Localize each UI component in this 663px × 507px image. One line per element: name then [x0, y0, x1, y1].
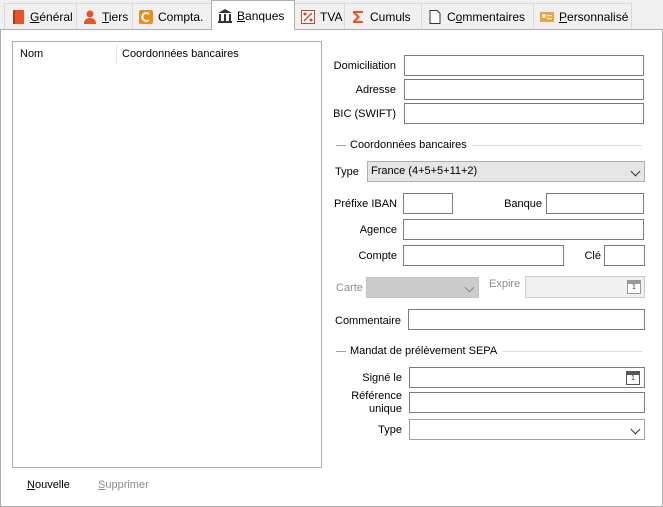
bic-field[interactable] — [404, 103, 644, 124]
tab-commentaires[interactable]: Commentaires — [421, 3, 534, 29]
tab-tva[interactable]: TVA — [294, 3, 345, 29]
general-book-icon — [10, 9, 26, 25]
tab-tiers-label: iers — [108, 9, 129, 24]
tab-cumuls[interactable]: Cumuls — [344, 3, 422, 29]
prefixe-iban-label: Préfixe IBAN — [334, 198, 397, 210]
tab-banques-mnemonic: B — [237, 8, 246, 23]
column-header-nom[interactable]: Nom — [20, 48, 43, 60]
tab-compta[interactable]: Compta. — [132, 3, 212, 29]
tab-personnalise[interactable]: Personnalisé — [533, 3, 632, 29]
domiciliation-label: Domiciliation — [333, 60, 396, 72]
nouvelle-button[interactable]: Nouvelle — [27, 479, 70, 491]
commentaire-label: Commentaire — [335, 315, 402, 327]
expire-field: 1 — [525, 276, 645, 298]
adresse-label: Adresse — [355, 84, 396, 96]
chevron-down-icon — [630, 424, 641, 435]
mandat-section-header: Mandat de prélèvement SEPA — [336, 345, 643, 357]
tab-bar: Général Tiers Compta. Banques TVA Cumuls — [0, 0, 663, 30]
type-mandat-select[interactable] — [409, 419, 645, 440]
carte-label: Carte — [336, 282, 363, 294]
calendar-icon[interactable]: 1 — [626, 371, 640, 385]
banque-label: Banque — [504, 198, 542, 210]
expire-label: Expire — [489, 278, 521, 290]
bank-accounts-list[interactable]: Nom Coordonnées bancaires — [12, 41, 322, 468]
carte-select — [366, 277, 479, 298]
type-select[interactable]: France (4+5+5+11+2) — [367, 161, 645, 182]
type-mandat-label: Type — [378, 424, 402, 436]
tab-cumuls-label: Cumuls — [370, 9, 411, 24]
type-select-value: France (4+5+5+11+2) — [371, 165, 478, 177]
signe-le-field[interactable]: 1 — [409, 367, 645, 388]
reference-label-line2: unique — [368, 403, 402, 415]
agence-label: Agence — [359, 224, 397, 236]
vcard-icon — [539, 9, 555, 25]
type-label: Type — [335, 166, 359, 178]
tab-tva-label: TVA — [320, 9, 343, 24]
chevron-down-icon — [630, 166, 641, 177]
signe-le-label: Signé le — [362, 372, 402, 384]
cle-field[interactable] — [604, 245, 645, 266]
adresse-field[interactable] — [404, 79, 644, 100]
compte-label: Compte — [358, 250, 397, 262]
compta-icon — [138, 9, 154, 25]
reference-label-line1: Référence — [351, 390, 402, 402]
compte-field[interactable] — [403, 245, 564, 266]
coordonnees-section-header: Coordonnées bancaires — [336, 139, 642, 151]
domiciliation-field[interactable] — [404, 55, 644, 76]
reference-unique-field[interactable] — [409, 392, 645, 413]
tab-personnalise-label: ersonnalisé — [567, 9, 629, 24]
tab-commentaires-label: mmentaires — [462, 9, 526, 24]
cle-label: Clé — [584, 250, 601, 262]
tab-personnalise-mnemonic: P — [559, 9, 568, 24]
calendar-icon: 1 — [627, 280, 641, 294]
tab-banques-label: anques — [245, 8, 285, 23]
sigma-icon — [350, 9, 366, 25]
bic-label: BIC (SWIFT) — [333, 108, 396, 120]
tab-general-label: énéral — [39, 9, 73, 24]
column-header-coordonnees[interactable]: Coordonnées bancaires — [122, 48, 239, 60]
tab-general-mnemonic: G — [30, 9, 40, 24]
document-icon — [427, 9, 443, 25]
tab-banques[interactable]: Banques — [211, 0, 295, 30]
tab-tiers[interactable]: Tiers — [76, 3, 133, 29]
person-icon — [82, 9, 98, 25]
percent-icon — [300, 9, 316, 25]
chevron-down-icon — [464, 282, 475, 293]
banque-field[interactable] — [546, 193, 644, 214]
tab-tiers-mnemonic: T — [102, 9, 109, 24]
column-separator[interactable] — [116, 45, 117, 63]
commentaire-field[interactable] — [408, 309, 645, 330]
tab-compta-label: Compta. — [158, 9, 204, 24]
tab-general[interactable]: Général — [4, 3, 77, 29]
agence-field[interactable] — [403, 219, 644, 240]
bank-icon — [217, 8, 233, 24]
prefixe-iban-field[interactable] — [403, 193, 453, 214]
supprimer-button: Supprimer — [98, 479, 149, 491]
